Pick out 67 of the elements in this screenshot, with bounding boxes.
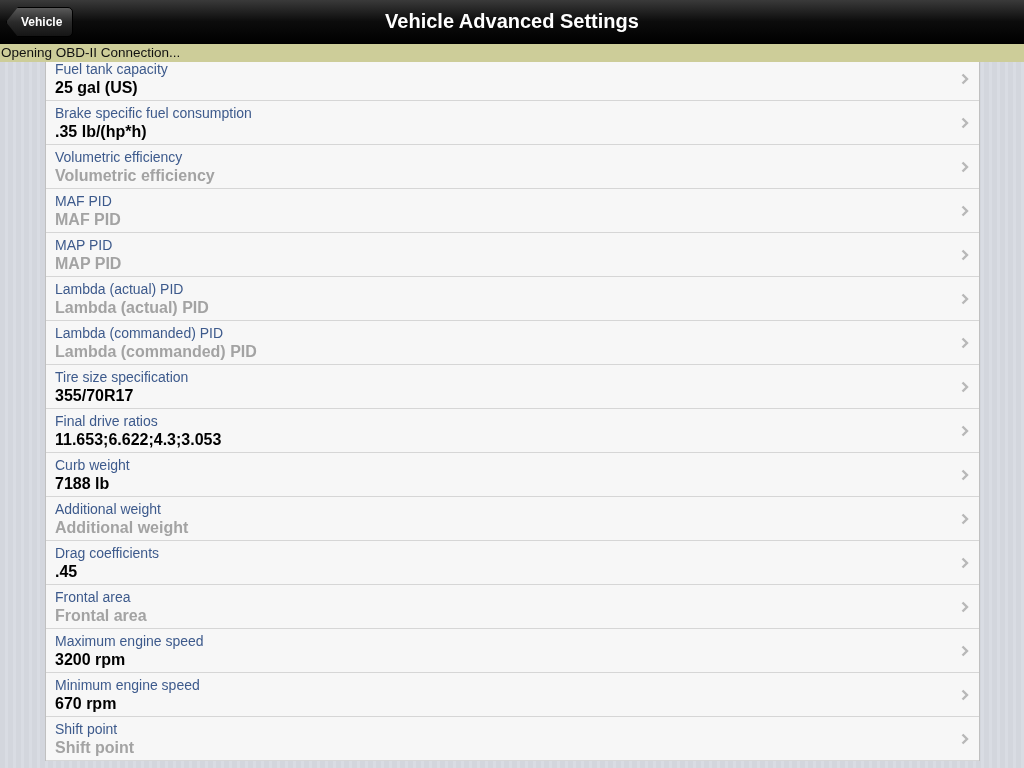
setting-label: Final drive ratios	[55, 412, 159, 430]
setting-label: MAP PID	[55, 236, 114, 254]
chevron-icon	[961, 424, 969, 437]
setting-value: 7188 lb	[55, 474, 111, 493]
settings-row[interactable]: MAP PID MAP PID	[46, 233, 979, 277]
settings-row[interactable]: Drag coefficients .45	[46, 541, 979, 585]
setting-label: Frontal area	[55, 588, 132, 606]
setting-label: Drag coefficients	[55, 544, 160, 562]
chevron-icon	[961, 336, 969, 349]
chevron-icon	[961, 160, 969, 173]
settings-row[interactable]: Additional weight Additional weight	[46, 497, 979, 541]
setting-label: Volumetric efficiency	[55, 148, 184, 166]
setting-label: Brake specific fuel consumption	[55, 104, 253, 122]
settings-row[interactable]: Curb weight 7188 lb	[46, 453, 979, 497]
setting-value: 25 gal (US)	[55, 78, 139, 97]
setting-label: Minimum engine speed	[55, 676, 201, 694]
setting-placeholder: Shift point	[55, 738, 136, 757]
chevron-icon	[961, 204, 969, 217]
chevron-icon	[961, 72, 969, 85]
window-title: Vehicle Advanced Settings	[385, 10, 639, 33]
setting-placeholder: Additional weight	[55, 518, 190, 537]
chevron-icon	[961, 468, 969, 481]
setting-label: Additional weight	[55, 500, 162, 518]
setting-label: Shift point	[55, 720, 119, 738]
setting-placeholder: Lambda (actual) PID	[55, 298, 210, 317]
setting-value: 3200 rpm	[55, 650, 127, 669]
chevron-icon	[961, 688, 969, 701]
settings-row[interactable]: Frontal area Frontal area	[46, 585, 979, 629]
setting-value: 11.653;6.622;4.3;3.053	[55, 430, 223, 449]
settings-row[interactable]: Maximum engine speed 3200 rpm	[46, 629, 979, 673]
setting-value: .45	[55, 562, 79, 581]
chevron-icon	[961, 732, 969, 745]
chevron-icon	[961, 644, 969, 657]
setting-label: Fuel tank capacity	[55, 62, 169, 78]
chevron-icon	[961, 556, 969, 569]
setting-placeholder: Frontal area	[55, 606, 148, 625]
setting-value: 670 rpm	[55, 694, 118, 713]
settings-row[interactable]: Fuel tank capacity 25 gal (US)	[46, 62, 979, 101]
settings-row[interactable]: Volumetric efficiency Volumetric efficiency	[46, 145, 979, 189]
setting-value: 355/70R17	[55, 386, 135, 405]
setting-label: Curb weight	[55, 456, 131, 474]
setting-label: MAF PID	[55, 192, 113, 210]
status-text: Opening OBD-II Connection...	[1, 45, 181, 60]
setting-label: Lambda (actual) PID	[55, 280, 185, 298]
setting-label: Lambda (commanded) PID	[55, 324, 225, 342]
settings-row[interactable]: Brake specific fuel consumption .35 lb/(hp*h)	[46, 101, 979, 145]
back-button[interactable]: Vehicle	[6, 7, 74, 37]
setting-label: Tire size specification	[55, 368, 190, 386]
settings-row[interactable]: MAF PID MAF PID	[46, 189, 979, 233]
chevron-icon	[961, 292, 969, 305]
setting-label: Maximum engine speed	[55, 632, 205, 650]
chevron-icon	[961, 380, 969, 393]
settings-row[interactable]: Tire size specification 355/70R17	[46, 365, 979, 409]
setting-placeholder: MAF PID	[55, 210, 122, 229]
chevron-icon	[961, 512, 969, 525]
chevron-icon	[961, 600, 969, 613]
chevron-icon	[961, 116, 969, 129]
settings-row[interactable]: Lambda (actual) PID Lambda (actual) PID	[46, 277, 979, 321]
settings-row[interactable]: Final drive ratios 11.653;6.622;4.3;3.053	[46, 409, 979, 453]
settings-row[interactable]: Lambda (commanded) PID Lambda (commanded) PID	[46, 321, 979, 365]
settings-row[interactable]: Shift point Shift point	[46, 717, 979, 761]
setting-placeholder: Lambda (commanded) PID	[55, 342, 258, 361]
setting-placeholder: MAP PID	[55, 254, 123, 273]
setting-value: .35 lb/(hp*h)	[55, 122, 148, 141]
setting-placeholder: Volumetric efficiency	[55, 166, 216, 185]
settings-row[interactable]: Minimum engine speed 670 rpm	[46, 673, 979, 717]
chevron-icon	[961, 248, 969, 261]
